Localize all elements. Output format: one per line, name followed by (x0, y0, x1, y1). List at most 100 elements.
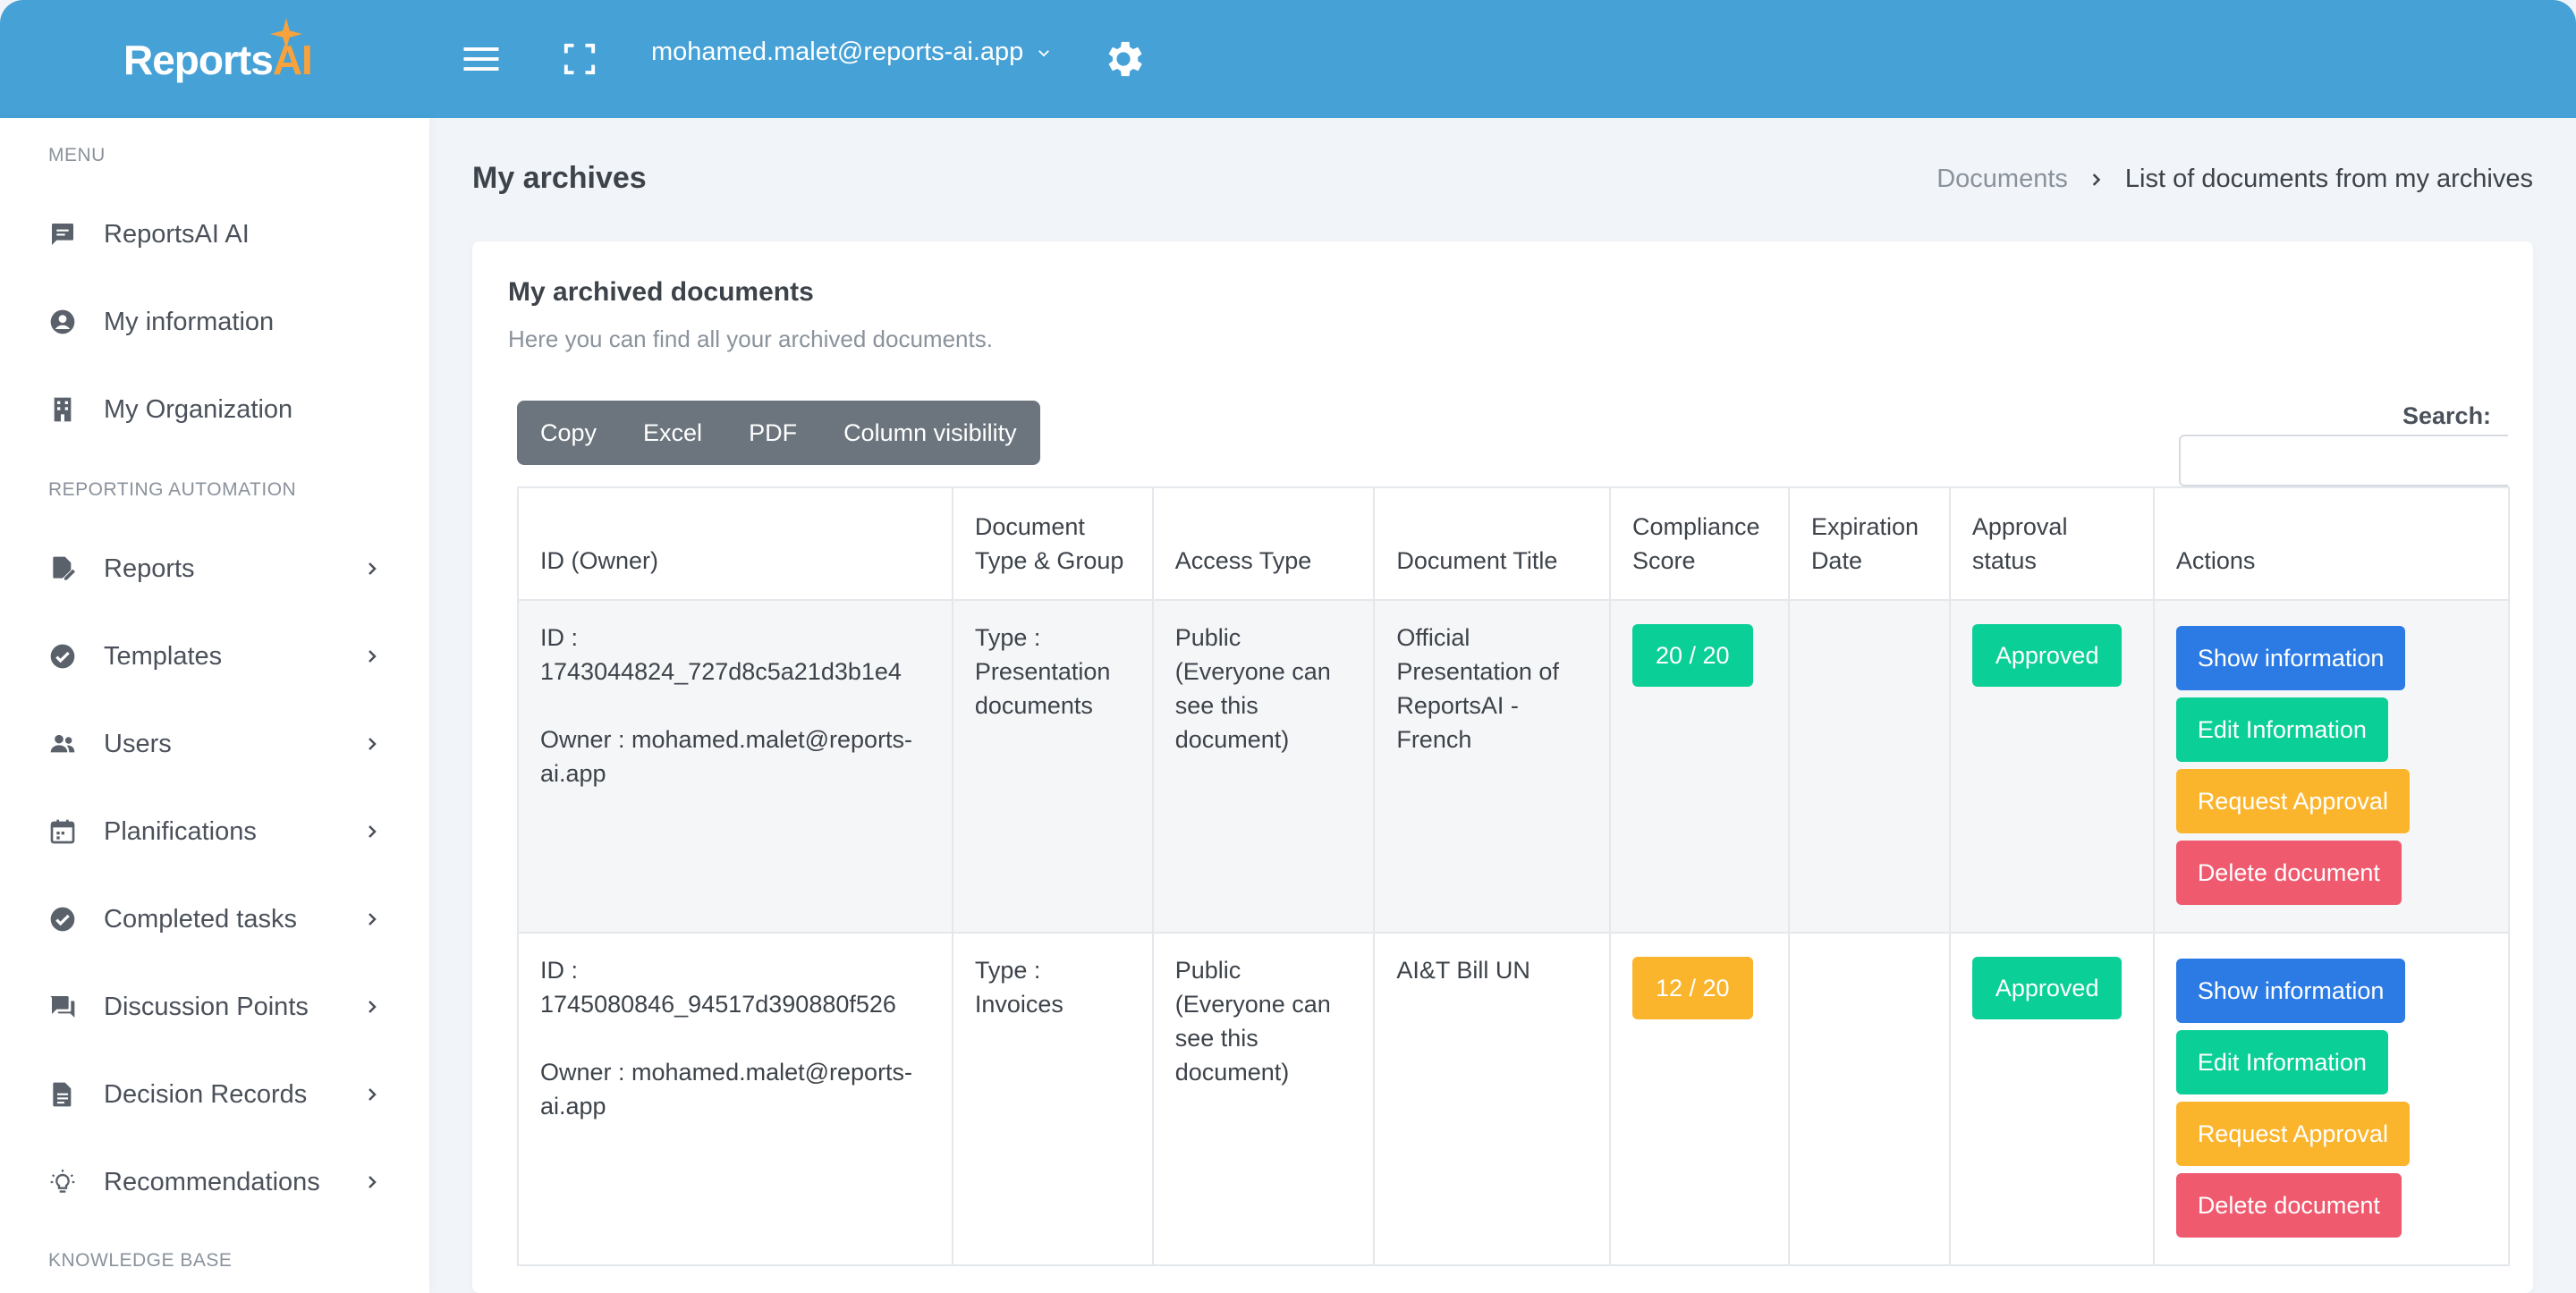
card-subtitle: Here you can find all your archived docu… (508, 325, 993, 352)
show-information-button[interactable]: Show information (2175, 626, 2406, 690)
calendar-icon (50, 819, 75, 844)
chevron-right-icon (369, 562, 377, 575)
search-label: Search: (2402, 402, 2492, 429)
delete-document-button[interactable]: Delete document (2175, 841, 2402, 905)
document-icon (53, 1082, 72, 1107)
archived-documents-card: My archived documents Here you can find … (472, 241, 2533, 1293)
sidebar: MENU ReportsAI AI My information My Orga… (0, 118, 429, 1293)
user-dropdown[interactable]: mohamed.malet@reports-ai.app (651, 38, 1052, 67)
user-email: mohamed.malet@reports-ai.app (651, 38, 1024, 66)
sidebar-item-label: Decision Records (104, 1079, 308, 1109)
show-information-button[interactable]: Show information (2175, 959, 2406, 1023)
request-approval-button[interactable]: Request Approval (2175, 769, 2410, 833)
document-owner: Owner : mohamed.malet@reports-ai.app (540, 1059, 913, 1120)
actions-cell: Show information Edit Information Reques… (2152, 599, 2511, 934)
chat-icon (52, 224, 73, 245)
sidebar-item-label: Planifications (104, 816, 257, 846)
document-title-cell: Official Presentation of ReportsAI - Fre… (1373, 599, 1611, 934)
compliance-score-cell: 12 / 20 (1608, 932, 1790, 1266)
approval-status-badge: Approved (1971, 957, 2123, 1019)
menu-section-title: MENU (48, 145, 106, 165)
sidebar-item-label: ReportsAI AI (104, 219, 250, 249)
column-header-compliance-score[interactable]: Compliance Score (1608, 486, 1790, 601)
chevron-right-icon (369, 738, 377, 750)
document-type-cell: Type : Presentation documents (951, 599, 1154, 934)
reporting-section-title: REPORTING AUTOMATION (48, 479, 297, 500)
logo-main-text: Reports (123, 37, 274, 83)
chevron-right-icon (2092, 173, 2101, 186)
column-header-expiration-date[interactable]: Expiration Date (1787, 486, 1951, 601)
compliance-score-badge: 20 / 20 (1631, 624, 1753, 687)
actions-cell: Show information Edit Information Reques… (2152, 932, 2511, 1266)
approval-status-cell: Approved (1948, 599, 2155, 934)
document-id: ID : 1743044824_727d8c5a21d3b1e4 (540, 624, 902, 685)
sidebar-item-my-information[interactable]: My information (0, 286, 429, 358)
comments-icon (50, 996, 75, 1018)
check-circle-icon (50, 644, 75, 669)
edit-information-button[interactable]: Edit Information (2175, 697, 2388, 762)
sidebar-item-label: My Organization (104, 394, 293, 424)
delete-document-button[interactable]: Delete document (2175, 1173, 2402, 1238)
edit-document-icon (53, 556, 75, 580)
copy-button[interactable]: Copy (517, 401, 620, 465)
chevron-right-icon (369, 1088, 377, 1101)
pdf-button[interactable]: PDF (725, 401, 820, 465)
edit-information-button[interactable]: Edit Information (2175, 1030, 2388, 1094)
access-type-cell: Public (Everyone can see this document) (1151, 599, 1376, 934)
sidebar-item-label: Recommendations (104, 1167, 320, 1196)
column-header-document-title[interactable]: Document Title (1373, 486, 1611, 601)
request-approval-button[interactable]: Request Approval (2175, 1102, 2410, 1166)
sidebar-item-planifications[interactable]: Planifications (0, 796, 429, 867)
chevron-right-icon (369, 825, 377, 838)
breadcrumb: Documents List of documents from my arch… (1936, 165, 2533, 194)
chevron-right-icon (369, 650, 377, 663)
document-id: ID : 1745080846_94517d390880f526 (540, 957, 896, 1018)
topbar: ReportsAI mohamed.malet@reports-ai.app (0, 0, 2576, 118)
sidebar-item-users[interactable]: Users (0, 708, 429, 780)
document-type-cell: Type : Invoices (951, 932, 1154, 1266)
compliance-score-badge: 12 / 20 (1631, 957, 1753, 1019)
sidebar-item-decision-records[interactable]: Decision Records (0, 1059, 429, 1130)
column-header-actions: Actions (2152, 486, 2511, 601)
sidebar-item-label: Templates (104, 641, 223, 671)
expiration-date-cell (1787, 599, 1951, 934)
sidebar-item-label: My information (104, 307, 275, 336)
export-button-group: Copy Excel PDF Column visibility (517, 401, 1040, 465)
sidebar-item-label: Completed tasks (104, 904, 297, 934)
column-header-id-owner[interactable]: ID (Owner) (517, 486, 953, 601)
column-header-access-type[interactable]: Access Type (1151, 486, 1376, 601)
sidebar-item-label: Discussion Points (104, 992, 309, 1021)
approval-status-badge: Approved (1971, 624, 2123, 687)
card-title: My archived documents (508, 277, 814, 307)
column-header-approval-status[interactable]: Approval status (1948, 486, 2155, 601)
column-header-document-type[interactable]: Document Type & Group (951, 486, 1154, 601)
chevron-down-icon (1038, 49, 1050, 56)
sparkle-icon (270, 18, 302, 50)
breadcrumb-current: List of documents from my archives (2124, 165, 2533, 193)
sidebar-item-completed-tasks[interactable]: Completed tasks (0, 883, 429, 955)
sidebar-item-reports[interactable]: Reports (0, 533, 429, 604)
fullscreen-icon[interactable] (556, 36, 603, 82)
lightbulb-icon (50, 1170, 75, 1193)
excel-button[interactable]: Excel (620, 401, 725, 465)
user-circle-icon (50, 309, 75, 334)
id-owner-cell: ID : 1745080846_94517d390880f526 Owner :… (517, 932, 953, 1266)
search-input[interactable] (2179, 435, 2508, 486)
sidebar-item-templates[interactable]: Templates (0, 621, 429, 692)
compliance-score-cell: 20 / 20 (1608, 599, 1790, 934)
menu-icon[interactable] (458, 36, 504, 82)
breadcrumb-documents-link[interactable]: Documents (1936, 165, 2068, 194)
sidebar-item-recommendations[interactable]: Recommendations (0, 1146, 429, 1218)
table-row: ID : 1743044824_727d8c5a21d3b1e4 Owner :… (517, 599, 2511, 934)
sidebar-item-label: Reports (104, 554, 195, 583)
gear-icon[interactable] (1100, 36, 1147, 82)
column-visibility-button[interactable]: Column visibility (820, 401, 1040, 465)
sidebar-item-discussion-points[interactable]: Discussion Points (0, 971, 429, 1043)
sidebar-item-label: Users (104, 729, 172, 758)
chevron-right-icon (369, 1176, 377, 1188)
sidebar-item-my-organization[interactable]: My Organization (0, 374, 429, 445)
page-title: My archives (472, 161, 647, 195)
document-owner: Owner : mohamed.malet@reports-ai.app (540, 726, 913, 787)
id-owner-cell: ID : 1743044824_727d8c5a21d3b1e4 Owner :… (517, 599, 953, 934)
sidebar-item-reportsai-ai[interactable]: ReportsAI AI (0, 199, 429, 270)
